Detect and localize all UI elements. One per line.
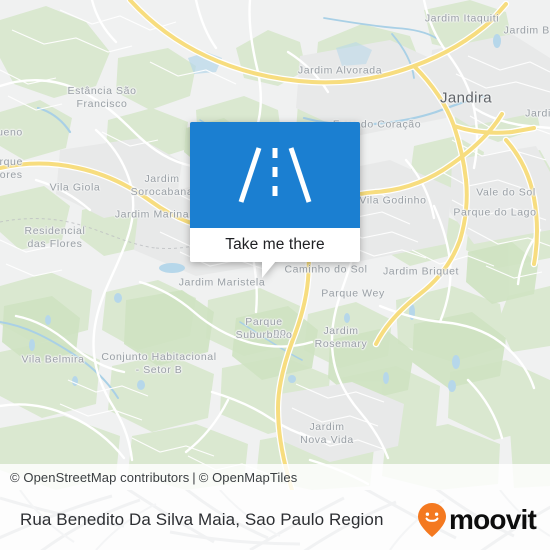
attribution-openmaptiles[interactable]: © OpenMapTiles <box>199 470 298 485</box>
moovit-map-screen: ueno Estância São Francisco Jardim Alvorad… <box>0 0 550 550</box>
road-perspective-icon <box>238 147 312 203</box>
popup-pointer-tail <box>262 261 276 278</box>
popup-cta-label: Take me there <box>225 236 325 253</box>
moovit-smiley-pin-icon <box>418 503 447 537</box>
footer-bar: Rua Benedito Da Silva Maia, Sao Paulo Re… <box>0 490 550 550</box>
popup-cta[interactable]: Take me there <box>190 228 360 262</box>
page-title: Rua Benedito Da Silva Maia, Sao Paulo Re… <box>20 510 384 529</box>
moovit-brand-logo[interactable]: moovit <box>417 502 537 538</box>
attribution-separator: | <box>192 469 196 485</box>
moovit-wordmark: moovit <box>449 504 537 535</box>
map-viewport[interactable]: ueno Estância São Francisco Jardim Alvorad… <box>0 0 550 490</box>
map-attribution: © OpenStreetMap contributors | © OpenMap… <box>0 464 550 490</box>
popup-icon-panel <box>190 122 360 228</box>
take-me-there-popup[interactable]: Take me there <box>190 122 360 278</box>
attribution-osm[interactable]: © OpenStreetMap contributors <box>10 470 189 485</box>
